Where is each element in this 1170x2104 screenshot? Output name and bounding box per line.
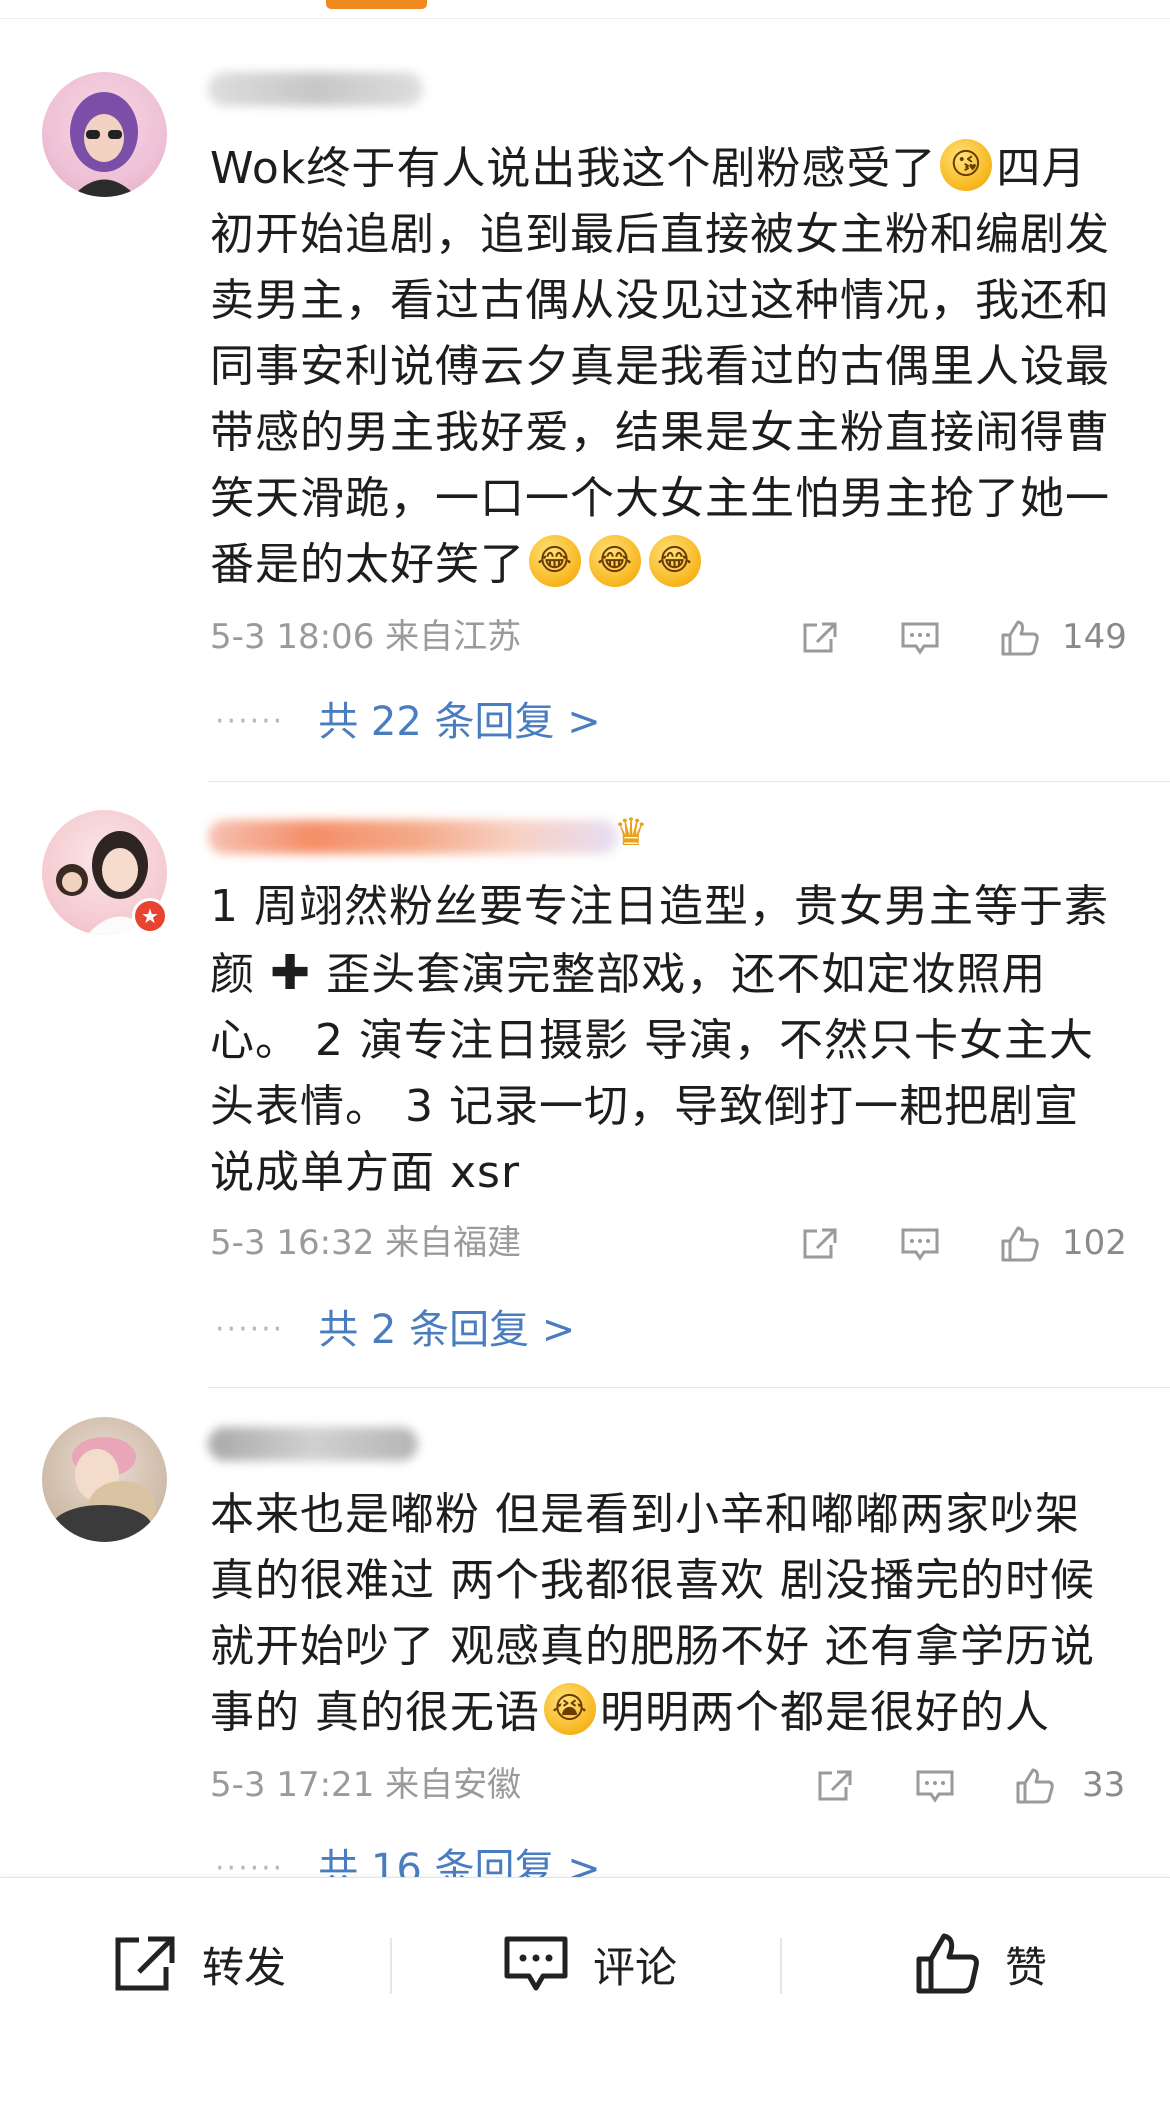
repost-icon (115, 1936, 175, 1991)
bar-separator (390, 1938, 392, 1994)
comment-icon[interactable] (915, 1768, 955, 1804)
avatar[interactable] (42, 1417, 167, 1542)
comment-divider (208, 781, 1170, 782)
laugh-emoji-icon: 😂 (589, 535, 641, 587)
comment-text: 1 周翊然粉丝要专注日造型，贵女男主等于素 颜 ✚ 歪头套演完整部戏，还不如定妆… (210, 881, 1109, 1198)
comment-meta: 5-3 17:21 来自安徽 33 (210, 1760, 1130, 1810)
avatar[interactable] (42, 72, 167, 197)
comment-time: 5-3 16:32 来自福建 (210, 1223, 522, 1263)
comment-time: 5-3 18:06 来自江苏 (210, 617, 522, 657)
comment-text: Wok终于有人说出我这个剧粉感受了 😘 四月 初开始追剧，追到最后直接被女主粉和编剧… (210, 136, 1130, 598)
like-icon[interactable] (1000, 1226, 1040, 1262)
comment-meta: 5-3 16:32 来自福建 102 (210, 1218, 1130, 1268)
comment-button[interactable]: 评论 (503, 1931, 677, 1997)
like-icon (916, 1933, 979, 1994)
member-crown-icon: ♛ (614, 810, 649, 854)
repost-label: 转发 (202, 1942, 287, 1992)
share-icon[interactable] (800, 1226, 840, 1262)
username-blurred[interactable] (208, 1427, 418, 1461)
username-blurred[interactable] (208, 820, 618, 854)
comment-label: 评论 (593, 1942, 678, 1992)
share-icon[interactable] (815, 1768, 855, 1804)
plus-emoji-icon: ✚ (270, 945, 312, 1001)
comment-icon[interactable] (900, 1226, 940, 1262)
like-button[interactable]: 赞 (915, 1931, 1047, 1997)
comment-text: 本来也是嘟粉 但是看到小辛和嘟嘟两家吵架 真的很难过 两个我都很喜欢 剧没播完的… (210, 1489, 1095, 1738)
like-count: 33 (1082, 1765, 1126, 1805)
like-count: 102 (1062, 1223, 1127, 1263)
comment-icon[interactable] (900, 620, 940, 656)
active-tab-indicator (326, 0, 427, 9)
like-icon[interactable] (1015, 1768, 1055, 1804)
comment-divider (208, 1387, 1170, 1388)
view-replies-link[interactable]: ······ 共 22 条回复 > (215, 697, 601, 747)
verified-badge-icon: ★ (132, 898, 168, 934)
bar-separator (780, 1938, 782, 1994)
repost-button[interactable]: 转发 (112, 1931, 286, 1997)
share-icon[interactable] (800, 620, 840, 656)
like-label: 赞 (1005, 1942, 1048, 1992)
view-replies-link[interactable]: ······ 共 2 条回复 > (215, 1305, 575, 1355)
comment-meta: 5-3 18:06 来自江苏 149 (210, 612, 1130, 662)
laugh-emoji-icon: 😂 (529, 535, 581, 587)
bottom-action-bar: 转发 评论 赞 (0, 1877, 1170, 2104)
kiss-emoji-icon: 😘 (940, 139, 993, 191)
top-divider (0, 18, 1170, 19)
like-count: 149 (1062, 617, 1127, 657)
cry-emoji-icon: 😭 (544, 1683, 596, 1735)
laugh-emoji-icon: 😂 (649, 535, 701, 587)
like-icon[interactable] (1000, 620, 1040, 656)
username-blurred[interactable] (208, 72, 423, 106)
comment-time: 5-3 17:21 来自安徽 (210, 1765, 522, 1805)
comment-icon (504, 1936, 568, 1991)
